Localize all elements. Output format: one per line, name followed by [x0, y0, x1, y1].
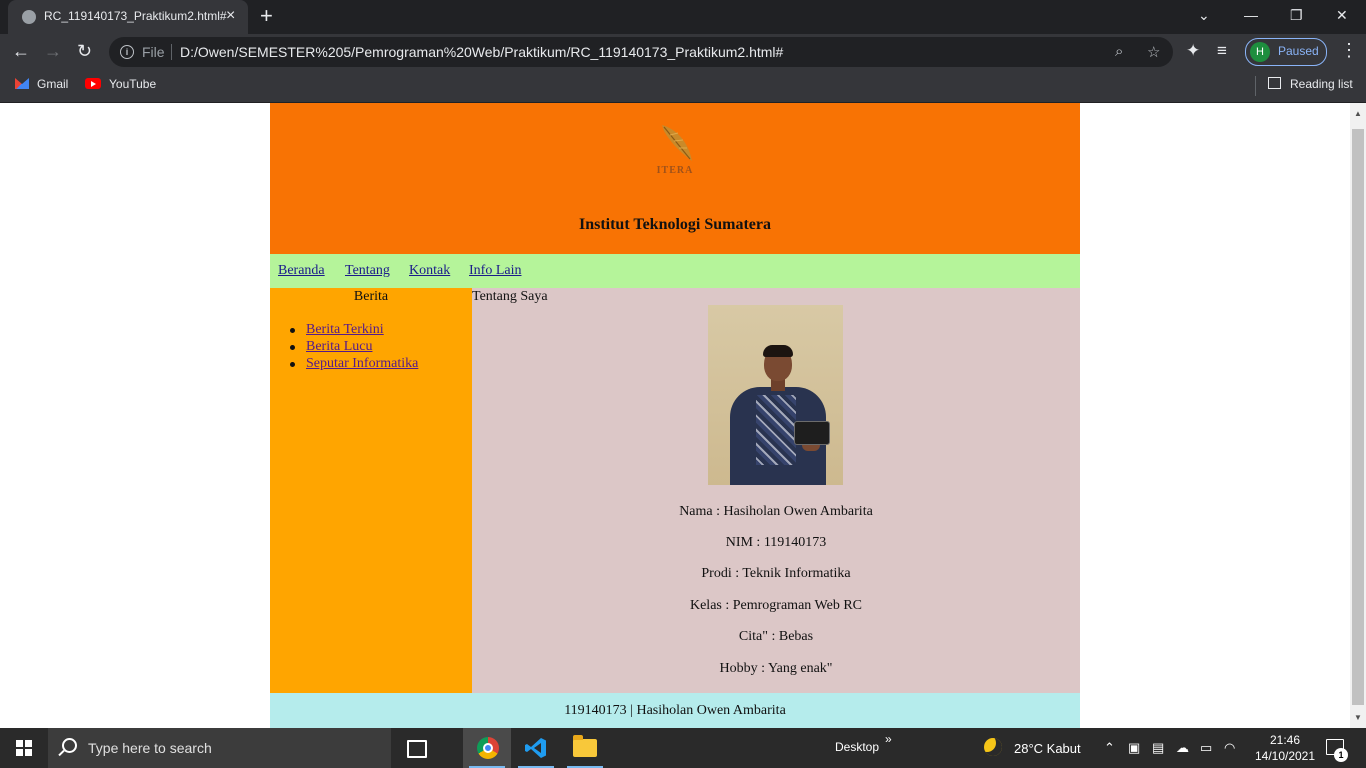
avatar: H [1250, 42, 1270, 62]
vscode-icon [525, 738, 546, 758]
page-header: ITERA Institut Teknologi Sumatera [270, 103, 1080, 254]
taskbar-app-file-explorer[interactable] [561, 728, 609, 768]
media-control-icon[interactable]: ≡ [1217, 41, 1227, 61]
info-cita: Cita" : Bebas [738, 629, 814, 644]
youtube-icon [85, 78, 101, 89]
tab-bar: RC_119140173_Praktikum2.html# × + ⌄ — ❐ … [0, 0, 1366, 34]
profile-status: Paused [1278, 44, 1319, 58]
sidebar-link-berita-lucu[interactable]: Berita Lucu [306, 339, 372, 354]
profile-button[interactable]: H Paused [1245, 38, 1327, 66]
bookmarks-bar: Gmail YouTube Reading list [0, 70, 1366, 103]
taskbar-app-vscode[interactable] [512, 728, 560, 768]
list-item: Berita Terkini [289, 321, 418, 338]
zoom-icon[interactable]: ⌕ [1115, 43, 1123, 60]
taskbar-search-placeholder: Type here to search [88, 740, 212, 756]
main-content: Tentang Saya Nama : Hasiholan Owen Ambar… [472, 288, 1080, 693]
bookmark-youtube[interactable]: YouTube [85, 77, 156, 91]
sidebar-link-berita-terkini[interactable]: Berita Terkini [306, 322, 384, 337]
info-hobby: Hobby : Yang enak" [719, 661, 833, 676]
nav-link-info-lain[interactable]: Info Lain [469, 263, 521, 279]
scroll-down-icon[interactable]: ▼ [1354, 713, 1362, 722]
bookmark-youtube-label: YouTube [109, 77, 157, 91]
system-clock[interactable]: 21:46 14/10/2021 [1250, 732, 1320, 764]
sidebar-title: Berita [353, 289, 389, 304]
info-nama: Nama : Hasiholan Owen Ambarita [679, 504, 873, 519]
meet-now-icon[interactable]: ▣ [1128, 740, 1140, 756]
reading-list-icon [1268, 77, 1281, 89]
taskbar-search-box[interactable]: Type here to search [48, 728, 391, 768]
gmail-icon [15, 78, 29, 89]
wifi-icon[interactable]: ◠ [1224, 740, 1235, 756]
info-kelas: Kelas : Pemrograman Web RC [689, 598, 863, 613]
clock-time: 21:46 [1269, 733, 1301, 747]
itera-logo: ITERA [650, 121, 700, 181]
clock-date: 14/10/2021 [1254, 749, 1316, 763]
browser-toolbar: ← → ↻ i File D:/Owen/SEMESTER%205/Pemrog… [0, 34, 1366, 70]
reading-list-button[interactable]: Reading list [1268, 77, 1353, 91]
browser-tab[interactable]: RC_119140173_Praktikum2.html# × [8, 0, 248, 34]
scroll-up-icon[interactable]: ▲ [1354, 109, 1362, 118]
feather-icon [662, 125, 692, 161]
vertical-scrollbar[interactable]: ▲ ▼ [1350, 103, 1366, 728]
reload-icon[interactable]: ↻ [77, 41, 92, 61]
chevron-up-icon[interactable]: ⌃ [1104, 740, 1115, 756]
close-window-button[interactable]: ✕ [1336, 6, 1348, 24]
page-title: Institut Teknologi Sumatera [578, 216, 772, 233]
file-label: File [142, 44, 165, 60]
sidebar: Berita Berita Terkini Berita Lucu Seputa… [270, 288, 472, 693]
address-separator [171, 44, 172, 60]
power-status-icon[interactable]: ▤ [1152, 740, 1164, 756]
content-title: Tentang Saya [472, 289, 548, 304]
bookmark-gmail-label: Gmail [37, 77, 69, 91]
info-prodi: Prodi : Teknik Informatika [701, 566, 851, 581]
nav-link-tentang[interactable]: Tentang [345, 263, 390, 279]
tab-search-icon[interactable]: ⌄ [1198, 6, 1210, 24]
list-item: Seputar Informatika [289, 355, 418, 372]
notification-count-badge: 1 [1334, 748, 1348, 762]
onedrive-error-icon[interactable]: ☁ [1176, 740, 1189, 756]
logo-text: ITERA [656, 165, 694, 176]
bookmarks-divider [1255, 76, 1256, 96]
bookmark-star-icon[interactable]: ☆ [1147, 43, 1160, 61]
scroll-thumb[interactable] [1352, 129, 1364, 705]
page-viewport: ITERA Institut Teknologi Sumatera Berand… [0, 103, 1350, 728]
nav-link-kontak[interactable]: Kontak [409, 263, 450, 279]
forward-arrow-icon[interactable]: → [44, 41, 62, 61]
task-view-icon[interactable] [407, 740, 427, 758]
close-tab-icon[interactable]: × [226, 7, 235, 25]
sidebar-list: Berita Terkini Berita Lucu Seputar Infor… [289, 321, 418, 372]
main-nav: Beranda Tentang Kontak Info Lain [270, 254, 1080, 288]
weather-text[interactable]: 28°C Kabut [1014, 741, 1081, 756]
address-bar[interactable]: i File D:/Owen/SEMESTER%205/Pemrograman%… [109, 37, 1173, 67]
weather-moon-icon[interactable] [984, 738, 1002, 756]
desktop-toolbar-label[interactable]: Desktop [835, 740, 879, 754]
folder-icon [573, 735, 597, 757]
profile-photo [708, 305, 843, 485]
extensions-icon[interactable]: ✦ [1186, 41, 1200, 61]
windows-start-icon[interactable] [16, 740, 32, 756]
minimize-button[interactable]: — [1244, 6, 1258, 24]
info-nim: NIM : 119140173 [725, 535, 827, 550]
back-arrow-icon[interactable]: ← [12, 41, 30, 61]
chrome-icon [477, 737, 499, 759]
page-footer: 119140173 | Hasiholan Owen Ambarita [270, 693, 1080, 728]
battery-icon[interactable]: ▭ [1200, 740, 1212, 756]
nav-link-beranda[interactable]: Beranda [278, 263, 325, 279]
info-icon[interactable]: i [120, 45, 134, 59]
sidebar-link-seputar-informatika[interactable]: Seputar Informatika [306, 356, 418, 371]
footer-text: 119140173 | Hasiholan Owen Ambarita [564, 703, 786, 718]
globe-icon [22, 10, 36, 24]
restore-button[interactable]: ❐ [1290, 6, 1303, 24]
search-icon [62, 738, 77, 753]
windows-taskbar: Type here to search Desktop » 28°C Kabut… [0, 728, 1366, 768]
reading-list-label: Reading list [1290, 77, 1353, 91]
taskbar-app-chrome[interactable] [463, 728, 511, 768]
bookmark-gmail[interactable]: Gmail [15, 77, 68, 91]
more-menu-icon[interactable]: ⋮ [1340, 40, 1358, 61]
chevron-right-icon[interactable]: » [885, 732, 892, 746]
new-tab-button[interactable]: + [260, 4, 273, 28]
tab-title: RC_119140173_Praktikum2.html# [44, 9, 227, 23]
list-item: Berita Lucu [289, 338, 418, 355]
url-text[interactable]: D:/Owen/SEMESTER%205/Pemrograman%20Web/P… [180, 44, 783, 60]
